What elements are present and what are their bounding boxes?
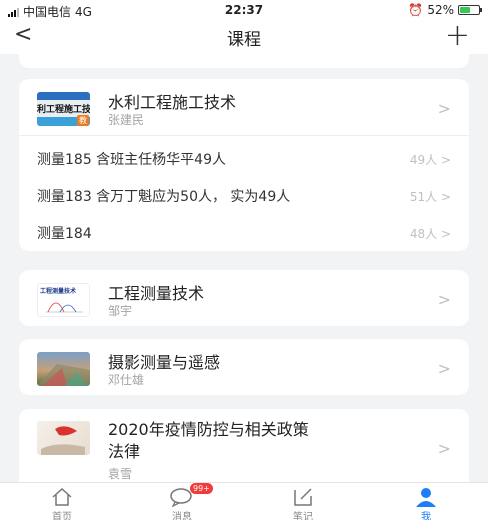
chevron-right-icon: > bbox=[437, 99, 451, 118]
class-row[interactable]: 测量183 含万丁魁应为50人， 实为49人 51人 > bbox=[19, 177, 469, 214]
course-teacher: 邓仕雄 bbox=[108, 373, 145, 387]
tab-label: 消息 bbox=[172, 512, 192, 520]
class-count: 48人 > bbox=[409, 227, 451, 241]
class-name: 测量184 bbox=[37, 226, 92, 242]
status-bar: 中国电信 4G 22:37 ⏰ 52% bbox=[0, 0, 488, 20]
tab-bar: 首页 99+ 消息 笔记 我 bbox=[0, 482, 488, 520]
course-card[interactable]: 摄影测量与遥感 邓仕雄 > bbox=[19, 339, 469, 395]
tab-me[interactable]: 我 bbox=[386, 485, 466, 520]
course-thumbnail: 工程测量技术 bbox=[37, 283, 90, 317]
course-teacher: 邹宇 bbox=[108, 304, 133, 318]
city-aerial-icon bbox=[37, 364, 90, 386]
battery-icon bbox=[458, 5, 482, 15]
course-thumbnail: 利工程施工技术 教 bbox=[37, 92, 90, 126]
chart-graphic-icon bbox=[46, 302, 83, 313]
course-card[interactable]: 2020年疫情防控与相关政策 法律 袁雪 > bbox=[19, 409, 469, 482]
course-card[interactable]: 工程测量技术 工程测量技术 邹宇 > bbox=[19, 270, 469, 326]
course-teacher: 袁雪 bbox=[108, 467, 133, 481]
home-icon bbox=[22, 485, 102, 507]
course-thumbnail bbox=[37, 352, 90, 386]
tab-label: 首页 bbox=[52, 512, 72, 520]
course-teacher: 张建民 bbox=[108, 113, 145, 127]
flag-icon bbox=[41, 426, 85, 455]
tab-messages[interactable]: 99+ 消息 bbox=[142, 483, 222, 520]
course-name: 摄影测量与遥感 bbox=[108, 353, 221, 372]
tab-label: 我 bbox=[421, 512, 431, 520]
course-card-partial[interactable] bbox=[19, 54, 469, 68]
class-row[interactable]: 测量184 48人 > bbox=[19, 214, 469, 251]
course-row[interactable]: 工程测量技术 工程测量技术 邹宇 > bbox=[19, 270, 469, 326]
course-list[interactable]: 利工程施工技术 教 水利工程施工技术 张建民 > 测量185 含班主任杨华平49… bbox=[0, 54, 488, 482]
battery-percent: 52% bbox=[427, 3, 454, 17]
class-count: 49人 > bbox=[409, 153, 451, 167]
add-button[interactable]: + bbox=[445, 18, 470, 53]
teacher-badge: 教 bbox=[77, 115, 89, 126]
person-icon bbox=[386, 485, 466, 507]
course-thumbnail bbox=[37, 421, 90, 455]
course-row[interactable]: 利工程施工技术 教 水利工程施工技术 张建民 > bbox=[19, 79, 469, 135]
tab-home[interactable]: 首页 bbox=[22, 485, 102, 520]
class-name: 测量183 含万丁魁应为50人， 实为49人 bbox=[37, 189, 291, 205]
page-title: 课程 bbox=[227, 30, 261, 50]
chevron-right-icon: > bbox=[437, 359, 451, 378]
chevron-right-icon: > bbox=[437, 439, 451, 458]
course-card[interactable]: 利工程施工技术 教 水利工程施工技术 张建民 > 测量185 含班主任杨华平49… bbox=[19, 79, 469, 251]
note-icon bbox=[263, 485, 343, 507]
course-name: 水利工程施工技术 bbox=[108, 93, 237, 112]
chevron-right-icon: > bbox=[437, 290, 451, 309]
class-row[interactable]: 测量185 含班主任杨华平49人 49人 > bbox=[19, 140, 469, 177]
tab-notes[interactable]: 笔记 bbox=[263, 485, 343, 520]
course-name: 2020年疫情防控与相关政策 法律 bbox=[108, 420, 309, 461]
nav-bar: < 课程 + bbox=[0, 18, 488, 54]
unread-badge: 99+ bbox=[190, 483, 213, 494]
class-name: 测量185 含班主任杨华平49人 bbox=[37, 152, 226, 168]
alarm-icon: ⏰ bbox=[408, 3, 424, 17]
course-name: 工程测量技术 bbox=[108, 284, 205, 303]
class-count: 51人 > bbox=[409, 190, 451, 204]
course-row[interactable]: 摄影测量与遥感 邓仕雄 > bbox=[19, 339, 469, 395]
tab-label: 笔记 bbox=[293, 512, 313, 520]
